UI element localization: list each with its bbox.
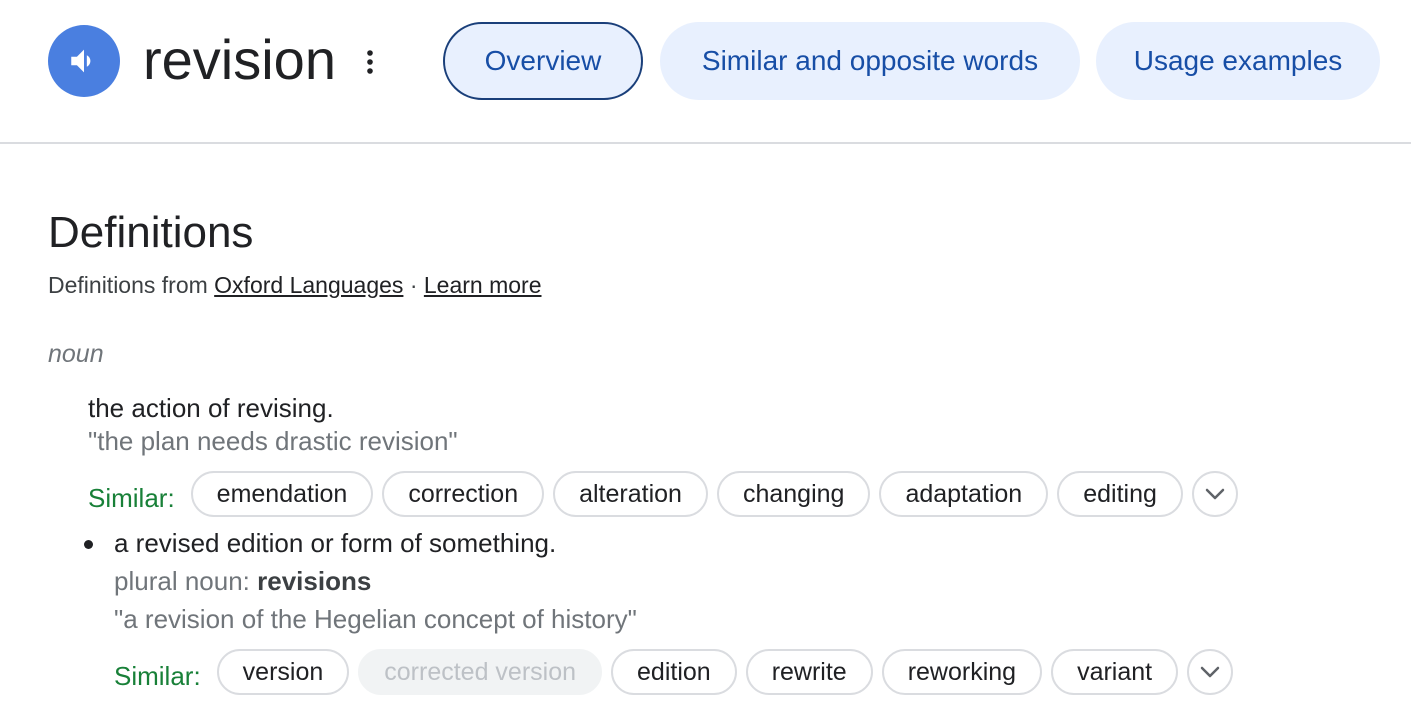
expand-similar-button[interactable] [1191, 471, 1238, 517]
source-prefix: Definitions from [48, 272, 208, 298]
similar-chip-correction[interactable]: correction [382, 471, 545, 517]
more-options-button[interactable] [356, 44, 384, 80]
similar-label: Similar: [114, 660, 201, 691]
plural-label: plural noun [114, 566, 243, 596]
headword: revision [143, 28, 336, 91]
definitions-heading: Definitions [48, 208, 254, 257]
definitions-source: Definitions from Oxford Languages · Lear… [48, 271, 542, 299]
similar-chip-rewrite[interactable]: rewrite [745, 649, 873, 695]
sense-2-plural: plural noun: revisions [114, 566, 371, 597]
similar-chip-reworking[interactable]: reworking [881, 649, 1043, 695]
oxford-languages-link[interactable]: Oxford Languages [214, 272, 403, 298]
similar-label: Similar: [88, 482, 175, 513]
tab-overview[interactable]: Overview [443, 22, 643, 100]
chevron-down-icon [1205, 488, 1225, 500]
chevron-down-icon [1200, 666, 1220, 678]
similar-chip-adaptation[interactable]: adaptation [879, 471, 1049, 517]
similar-chip-edition[interactable]: edition [611, 649, 737, 695]
dictionary-header: revision Overview Similar and opposite w… [0, 0, 1411, 144]
similar-chip-corrected-version: corrected version [358, 649, 603, 695]
similar-chip-alteration[interactable]: alteration [553, 471, 708, 517]
similar-chip-version[interactable]: version [216, 649, 350, 695]
source-separator: · [409, 272, 418, 298]
sense-1-similar-words: Similar: emendation correction alteratio… [88, 470, 1238, 518]
tab-similar-and-opposite-words[interactable]: Similar and opposite words [660, 22, 1080, 100]
expand-similar-button[interactable] [1187, 649, 1234, 695]
sense-2-example: "a revision of the Hegelian concept of h… [114, 604, 637, 634]
plural-separator: : [242, 566, 250, 596]
part-of-speech: noun [48, 340, 104, 368]
sense-2-bullet [84, 540, 93, 549]
plural-form: revisions [257, 566, 372, 596]
similar-chip-variant[interactable]: variant [1051, 649, 1179, 695]
tab-usage-examples[interactable]: Usage examples [1096, 22, 1380, 100]
learn-more-link[interactable]: Learn more [424, 272, 542, 298]
more-vert-icon [367, 50, 373, 74]
sense-2-definition: a revised edition or form of something. [114, 528, 557, 558]
sense-2-similar-words: Similar: version corrected version editi… [114, 648, 1234, 696]
sense-1-definition: the action of revising. [88, 393, 334, 423]
speaker-icon [71, 49, 91, 73]
sense-1-example: "the plan needs drastic revision" [88, 426, 458, 456]
similar-chip-emendation[interactable]: emendation [190, 471, 374, 517]
similar-chip-editing[interactable]: editing [1057, 471, 1183, 517]
pronounce-button[interactable] [48, 25, 120, 97]
similar-chip-changing[interactable]: changing [716, 471, 871, 517]
